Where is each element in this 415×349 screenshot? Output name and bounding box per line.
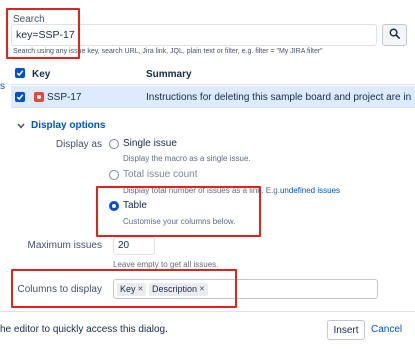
footer-hint: he editor to quickly access this dialog. (0, 324, 168, 335)
results-table-header: Key Summary (11, 63, 415, 85)
search-icon (389, 26, 400, 44)
table-radio[interactable] (109, 201, 119, 211)
row-checkbox[interactable] (15, 92, 25, 102)
column-header-summary[interactable]: Summary (146, 69, 192, 80)
search-help-text: Search using any issue key, search URL, … (13, 48, 323, 55)
columns-to-display-label: Columns to display (17, 284, 102, 295)
select-all-checkbox[interactable] (15, 68, 25, 78)
remove-chip-icon[interactable]: ✕ (138, 283, 144, 296)
bug-issue-icon (34, 92, 44, 102)
jira-macro-dialog: Search key=SSP-17 Search using any issue… (0, 0, 415, 349)
remove-chip-icon[interactable]: ✕ (199, 283, 205, 296)
maximum-issues-hint: Leave empty to get all issues. (113, 260, 219, 269)
chip-label: Description (152, 284, 198, 294)
column-chip-description[interactable]: Description ✕ (149, 283, 208, 296)
cancel-button[interactable]: Cancel (371, 324, 402, 335)
chevron-down-icon (17, 116, 25, 134)
search-button[interactable] (382, 24, 407, 46)
single-issue-description: Display the macro as a single issue. (123, 154, 251, 163)
display-options-title: Display options (31, 119, 106, 131)
table-description: Customise your columns below. (123, 217, 236, 226)
insert-button[interactable]: Insert (327, 320, 365, 340)
total-issue-count-description: Display total number of issues as a link… (123, 186, 340, 195)
column-header-key[interactable]: Key (32, 69, 50, 80)
columns-input[interactable]: Key ✕ Description ✕ (113, 279, 378, 299)
maximum-issues-input[interactable]: 20 (113, 237, 155, 255)
clipped-link[interactable]: s (0, 81, 5, 92)
chip-label: Key (120, 284, 136, 294)
single-issue-label[interactable]: Single issue (123, 138, 177, 149)
total-issue-count-text: Display total number of issues as a link… (123, 186, 280, 195)
total-issue-count-radio[interactable] (109, 170, 119, 180)
table-label[interactable]: Table (123, 200, 147, 211)
column-chip-key[interactable]: Key ✕ (117, 283, 147, 296)
undefined-issues-link[interactable]: undefined issues (280, 186, 340, 195)
issue-summary: Instructions for deleting this sample bo… (146, 92, 415, 103)
issue-key[interactable]: SSP-17 (47, 92, 81, 103)
display-options-toggle[interactable]: Display options (17, 116, 105, 134)
table-row[interactable]: SSP-17 Instructions for deleting this sa… (11, 86, 415, 108)
maximum-issues-label: Maximum issues (27, 240, 102, 251)
single-issue-radio[interactable] (109, 139, 119, 149)
search-input[interactable]: key=SSP-17 (11, 24, 377, 46)
dialog-footer: he editor to quickly access this dialog.… (0, 311, 415, 349)
display-as-label: Display as (55, 139, 102, 150)
total-issue-count-label[interactable]: Total issue count (123, 169, 198, 180)
